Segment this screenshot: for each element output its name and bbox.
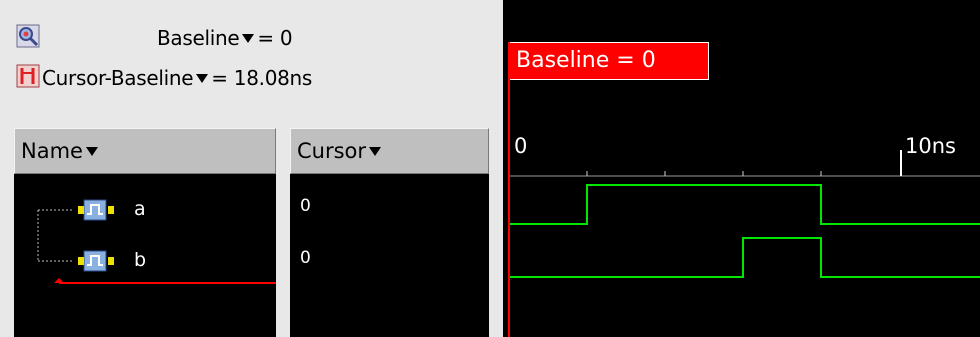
waveform-a bbox=[509, 184, 980, 225]
magnify-zoom-icon[interactable] bbox=[16, 24, 40, 48]
signal-waveform-icon bbox=[74, 198, 120, 226]
cursor-baseline-label: Cursor-Baseline bbox=[42, 66, 194, 90]
signal-name: b bbox=[134, 249, 147, 271]
signal-waveform-icon bbox=[74, 249, 120, 277]
cursor-baseline-selector[interactable]: Cursor-Baseline = 18.08ns bbox=[42, 66, 312, 90]
waveform-panel[interactable]: Baseline = 0 0 10ns bbox=[503, 0, 980, 337]
cursor-header-label: Cursor bbox=[297, 139, 367, 163]
cursor-baseline-value: = 18.08ns bbox=[211, 66, 313, 90]
cursor-value-a: 0 bbox=[300, 196, 311, 216]
cursor-baseline-row: Cursor-Baseline = 18.08ns bbox=[0, 58, 503, 92]
baseline-label: Baseline bbox=[157, 26, 240, 50]
waveform-canvas bbox=[508, 42, 980, 337]
chevron-down-icon bbox=[196, 74, 209, 83]
chevron-down-icon bbox=[242, 34, 255, 43]
baseline-value: = 0 bbox=[257, 26, 293, 50]
chevron-down-icon bbox=[369, 146, 382, 156]
signal-row-b[interactable]: b bbox=[14, 249, 276, 275]
cursor-column: Cursor 0 0 bbox=[290, 128, 489, 337]
signal-name: a bbox=[134, 198, 146, 220]
signal-tree-lines bbox=[37, 209, 276, 284]
signal-row-a[interactable]: a bbox=[14, 198, 276, 224]
baseline-selector[interactable]: Baseline = 0 bbox=[157, 26, 293, 50]
name-column: Name a b bbox=[14, 128, 276, 337]
cursor-column-header[interactable]: Cursor bbox=[290, 128, 489, 174]
waveform-b bbox=[509, 237, 980, 278]
cursor-value-b: 0 bbox=[300, 248, 311, 268]
baseline-row: Baseline = 0 bbox=[0, 20, 503, 54]
signal-list-panel: Baseline = 0 Cursor-Baseline = 18.08ns Nam… bbox=[0, 0, 503, 337]
cursor-baseline-icon[interactable] bbox=[16, 64, 40, 88]
